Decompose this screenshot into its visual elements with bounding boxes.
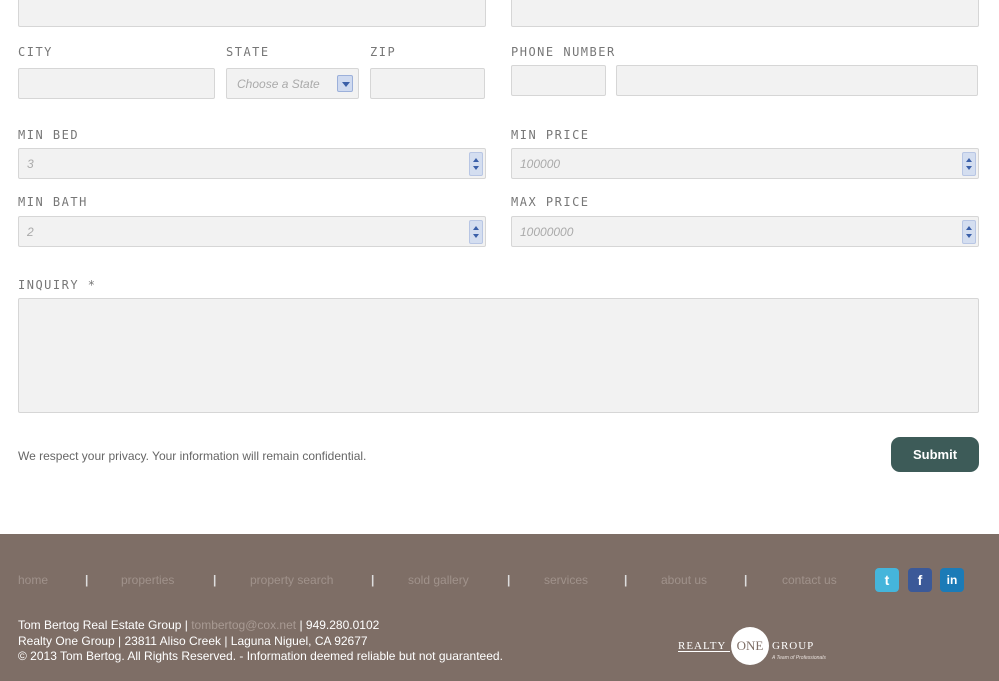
phone-number: | 949.280.0102 [296, 618, 380, 632]
nav-separator: | [507, 573, 511, 587]
max-price-stepper[interactable]: 10000000 [511, 216, 979, 247]
facebook-icon[interactable]: f [908, 568, 932, 592]
zip-input[interactable] [370, 68, 485, 99]
logo-circle-one: ONE [731, 627, 769, 665]
city-label: CITY [18, 45, 53, 59]
nav-separator: | [371, 573, 375, 587]
min-price-stepper[interactable]: 100000 [511, 148, 979, 179]
submit-button[interactable]: Submit [891, 437, 979, 472]
linkedin-icon[interactable]: in [940, 568, 964, 592]
max-price-label: MAX PRICE [511, 195, 590, 209]
spinner-icon[interactable] [469, 220, 483, 244]
state-selected-value: Choose a State [237, 76, 320, 91]
spinner-icon[interactable] [962, 152, 976, 176]
company-name: Tom Bertog Real Estate Group | [18, 618, 192, 632]
spinner-icon[interactable] [962, 220, 976, 244]
phone-area-input[interactable] [511, 65, 606, 96]
footer-link-services[interactable]: services [544, 573, 588, 587]
phone-label: PHONE NUMBER [511, 45, 616, 59]
footer-contact-info: Tom Bertog Real Estate Group | tombertog… [18, 618, 503, 665]
chevron-down-icon[interactable] [337, 75, 353, 92]
min-bath-label: MIN BATH [18, 195, 88, 209]
footer-link-property-search[interactable]: property search [250, 573, 333, 587]
nav-separator: | [213, 573, 217, 587]
nav-separator: | [85, 573, 89, 587]
footer-link-properties[interactable]: properties [121, 573, 174, 587]
footer-info-line-3: © 2013 Tom Bertog. All Rights Reserved. … [18, 649, 503, 663]
inquiry-textarea[interactable] [18, 298, 979, 413]
twitter-icon[interactable]: t [875, 568, 899, 592]
state-select[interactable]: Choose a State [226, 68, 359, 99]
min-price-value: 100000 [520, 156, 561, 171]
min-bed-stepper[interactable]: 3 [18, 148, 486, 179]
logo-text-realty: REALTY [678, 640, 727, 652]
footer-link-home[interactable]: home [18, 573, 48, 587]
site-footer: home | properties | property search | so… [0, 534, 999, 681]
privacy-note: We respect your privacy. Your informatio… [18, 449, 367, 463]
logo-tagline: A Team of Professionals [772, 655, 826, 661]
min-bath-stepper[interactable]: 2 [18, 216, 486, 247]
min-bath-value: 2 [27, 224, 34, 239]
state-label: STATE [226, 45, 270, 59]
footer-link-contact-us[interactable]: contact us [782, 573, 837, 587]
inquiry-label: INQUIRY * [18, 278, 97, 292]
min-price-label: MIN PRICE [511, 128, 590, 142]
logo-text-group: GROUP [772, 640, 815, 652]
footer-info-line-1: Tom Bertog Real Estate Group | tombertog… [18, 618, 503, 634]
spinner-icon[interactable] [469, 152, 483, 176]
realty-one-group-logo: REALTY ONE GROUP A Team of Professionals [678, 627, 830, 667]
nav-separator: | [744, 573, 748, 587]
city-input[interactable] [18, 68, 215, 99]
max-price-value: 10000000 [520, 224, 574, 239]
phone-number-input[interactable] [616, 65, 978, 96]
min-bed-label: MIN BED [18, 128, 80, 142]
nav-separator: | [624, 573, 628, 587]
footer-info-line-2: Realty One Group | 23811 Aliso Creek | L… [18, 633, 368, 648]
address-field-right[interactable] [511, 0, 979, 27]
min-bed-value: 3 [27, 156, 34, 171]
footer-link-about-us[interactable]: about us [661, 573, 707, 587]
email-link[interactable]: tombertog@cox.net [191, 618, 296, 632]
footer-link-sold-gallery[interactable]: sold gallery [408, 573, 469, 587]
zip-label: ZIP [370, 45, 397, 59]
address-field-left[interactable] [18, 0, 486, 27]
